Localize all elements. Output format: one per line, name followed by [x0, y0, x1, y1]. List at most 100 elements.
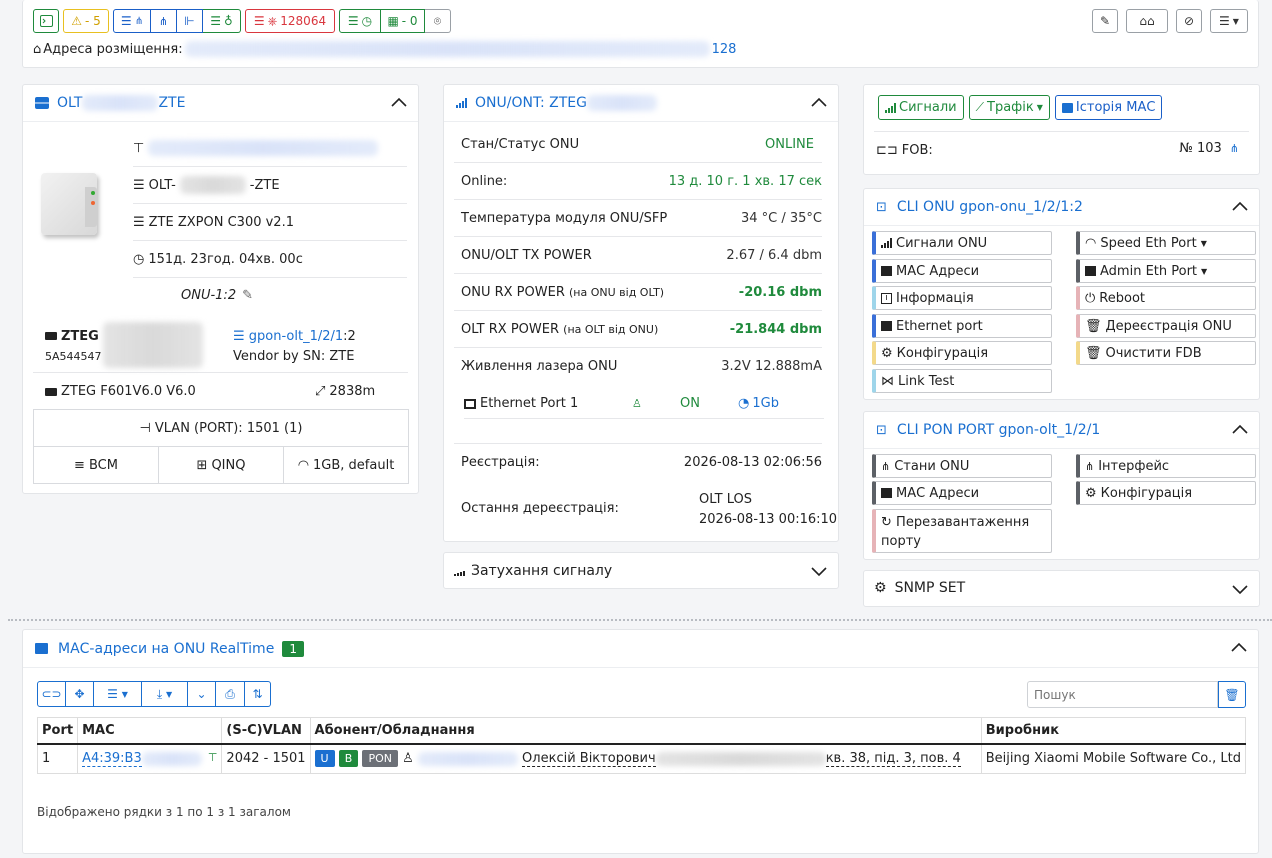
signals-button[interactable]: Сигнали: [878, 95, 964, 120]
user-check-icon: ♙: [632, 397, 642, 410]
vlan-box: ⊣ VLAN (PORT): 1501 (1): [33, 409, 409, 447]
export-button[interactable]: ⤓ ▼: [142, 681, 188, 707]
pon-interface-button[interactable]: ⋔ Інтерфейс: [1076, 454, 1256, 478]
pon-mac-addresses-button[interactable]: МАС Адреси: [872, 481, 1052, 505]
sort-button[interactable]: ⇅: [245, 681, 271, 707]
printer-icon: ⎙: [225, 686, 235, 701]
cli-ethernet-port-button[interactable]: Ethernet port: [872, 314, 1052, 338]
trash-icon: 🗑: [1085, 345, 1102, 361]
cli-clear-fdb-button[interactable]: 🗑 Очистити FDB: [1076, 341, 1256, 365]
cli-information-button[interactable]: i Інформація: [872, 286, 1052, 310]
buildings-button[interactable]: ⌂⌂: [1126, 9, 1168, 33]
cli-link-test-button[interactable]: ⋈ Link Test: [872, 369, 1052, 393]
green-button-group: ☰ ◷ ▦ - 0 ⌾: [339, 9, 451, 33]
cli-deregistration-button[interactable]: 🗑 Дереєстрація ONU: [1076, 314, 1256, 338]
pon-onu-states-button[interactable]: ⋔ Стани ONU: [872, 454, 1052, 478]
list-icon: ☰: [253, 14, 265, 28]
profile-speed: ◠ 1GB, default: [297, 457, 395, 473]
search-group: 🗑: [1027, 681, 1246, 708]
terminal-button[interactable]: [33, 9, 59, 33]
clear-search-button[interactable]: 🗑: [1218, 681, 1246, 708]
traffic-button[interactable]: ⟋ Трафік ▼: [968, 95, 1050, 120]
list-tree-button[interactable]: ☰ ⋔: [113, 9, 151, 33]
hierarchy-button[interactable]: ⊩: [177, 9, 203, 33]
caret-down-icon: ▼: [1036, 103, 1043, 112]
mac-table-header[interactable]: МАС-адреси на ONU RealTime 1: [23, 630, 1258, 668]
table-row: 1 A4:39:B3 ⊤ 2042 - 1501 U B PON ♙ Олекс…: [37, 743, 1247, 774]
search-input[interactable]: [1027, 681, 1218, 708]
cli-mac-addresses-button[interactable]: МАС Адреси: [872, 259, 1052, 283]
menu-dropdown-button[interactable]: ☰ ▼: [1210, 9, 1248, 33]
cli-speed-eth-port-button[interactable]: ◠ Speed Eth Port ▼: [1076, 231, 1256, 255]
cli-reboot-button[interactable]: ⏻ Reboot: [1076, 286, 1256, 310]
counter-green-button[interactable]: ▦ - 0: [381, 9, 425, 33]
counter-red-button[interactable]: ☰ ⎈ 128064: [245, 9, 335, 33]
sitemap-icon[interactable]: ⋔: [1230, 142, 1239, 155]
olt-card-header[interactable]: OLT ZTE: [23, 85, 418, 122]
badge-b: B: [338, 750, 359, 768]
map-pin-icon: ⌾: [433, 13, 442, 28]
topology-button[interactable]: ⋔: [151, 9, 177, 33]
chevron-down-icon[interactable]: [1231, 580, 1249, 598]
chevron-up-icon[interactable]: [1231, 421, 1249, 439]
attenuation-card[interactable]: Затухання сигналу: [443, 552, 839, 589]
cli-admin-eth-port-button[interactable]: Admin Eth Port ▼: [1076, 259, 1256, 283]
cli-onu-card: ⊡ CLI ONU gpon-onu_1/2/1:2 Сигнали ONU М…: [863, 188, 1260, 400]
pon-port-reboot-button[interactable]: ↻ Перезавантаження порту: [872, 509, 1052, 553]
rack-icon: ☰: [133, 214, 145, 230]
col-mac[interactable]: MAC: [77, 717, 223, 745]
address-suffix[interactable]: 128: [712, 42, 737, 57]
col-vendor[interactable]: Виробник: [981, 717, 1247, 745]
gauge-icon: ◔: [738, 396, 750, 411]
mac-history-button[interactable]: Історія МАС: [1054, 95, 1163, 120]
chevron-up-icon[interactable]: [810, 94, 828, 112]
chevron-down-icon[interactable]: [810, 562, 828, 580]
divider: [454, 443, 822, 444]
move-button[interactable]: ✥: [66, 681, 94, 707]
onu-device-image: [37, 169, 105, 239]
snmp-set-card[interactable]: ⚙ SNMP SET: [863, 570, 1260, 607]
toggle-button[interactable]: ⊂⊃: [37, 681, 66, 707]
toggle-icon: ⊂⊃: [41, 687, 62, 701]
print-button[interactable]: ⎙: [216, 681, 245, 707]
cli-configuration-button[interactable]: ⚙ Конфігурація: [872, 341, 1052, 365]
table-toolbar: ⊂⊃ ✥ ☰ ▼ ⤓ ▼ ⌄ ⎙ ⇅: [37, 681, 271, 707]
history-button[interactable]: ☰ ◷: [339, 9, 381, 33]
lines-icon: ≡: [74, 457, 85, 473]
address-redacted: [184, 41, 710, 57]
col-port[interactable]: Port: [37, 717, 79, 745]
ethernet-icon: [881, 488, 892, 498]
col-subscriber[interactable]: Абонент/Обладнання: [310, 717, 982, 745]
olt-ip-redacted[interactable]: [148, 140, 379, 156]
terminal-icon: [39, 15, 53, 27]
tariff-button[interactable]: ☰ ♁: [203, 9, 241, 33]
cli-signals-onu-button[interactable]: Сигнали ONU: [872, 231, 1052, 255]
signal-icon: [881, 238, 892, 248]
pencil-icon[interactable]: ✎: [242, 288, 253, 303]
warnings-button[interactable]: ⚠ - 5: [63, 9, 109, 33]
chevron-up-icon[interactable]: [1230, 639, 1248, 657]
location-button[interactable]: ⌾: [425, 9, 451, 33]
columns-button[interactable]: ☰ ▼: [94, 681, 142, 707]
download-icon: ⤓: [156, 686, 163, 701]
ethernet-port-row: Ethernet Port 1 ♙ ON ◔ 1Gb: [464, 389, 824, 419]
chevron-up-icon[interactable]: [1231, 198, 1249, 216]
address-label: Адреса розміщення:: [43, 41, 183, 57]
ethernet-icon: [881, 266, 892, 276]
chevron-up-icon[interactable]: [390, 94, 408, 112]
arrows-icon: ✥: [74, 687, 85, 701]
olt-name-row: ☰ OLT- -ZTE: [133, 167, 407, 204]
profile-bcm: ≡ BCM: [34, 447, 159, 483]
pon-configuration-button[interactable]: ⚙ Конфігурація: [1076, 481, 1256, 505]
edit-button[interactable]: ✎: [1092, 9, 1118, 33]
cli-pon-header[interactable]: ⊡ CLI PON PORT gpon-olt_1/2/1: [864, 412, 1259, 449]
attachments-button[interactable]: ⊘: [1176, 9, 1202, 33]
sort-icon: ⇅: [252, 687, 263, 701]
server-icon: [35, 97, 49, 109]
network-icon[interactable]: ⊤: [208, 751, 218, 764]
expand-button[interactable]: ⌄: [188, 681, 216, 707]
network-icon: ⊞: [196, 457, 208, 473]
col-vlan[interactable]: (S-C)VLAN: [221, 717, 311, 745]
cli-onu-header[interactable]: ⊡ CLI ONU gpon-onu_1/2/1:2: [864, 189, 1259, 226]
onu-card-header[interactable]: ONU/ONT: ZTEG: [444, 85, 838, 122]
